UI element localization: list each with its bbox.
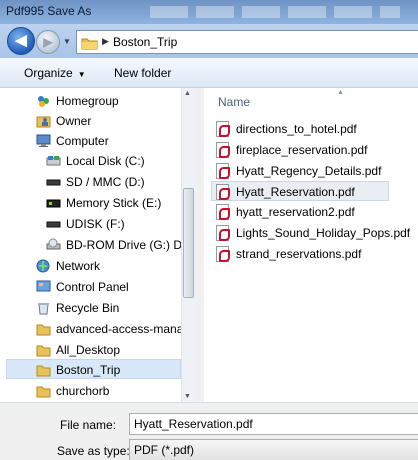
navigation-pane: Homegroup Owner Computer Local Disk (C:)… (0, 88, 195, 402)
save-as-type-value: PDF (*.pdf) (134, 443, 195, 457)
folder-icon (36, 322, 51, 336)
pdf-file-icon (216, 246, 230, 262)
nav-item-homegroup[interactable]: Homegroup (0, 91, 181, 111)
file-name-input[interactable]: Hyatt_Reservation.pdf (129, 413, 418, 435)
file-list-pane: ▲ Name directions_to_hotel.pdf fireplace… (204, 88, 418, 402)
scrollbar-thumb[interactable] (183, 188, 194, 298)
file-name-value: Hyatt_Reservation.pdf (134, 417, 253, 431)
memory-stick-icon (46, 196, 61, 210)
pdf-file-icon (216, 142, 230, 158)
nav-item-owner[interactable]: Owner (0, 111, 181, 131)
nav-item-boston-trip[interactable]: Boston_Trip (6, 359, 181, 379)
forward-button[interactable]: ▶ (36, 30, 60, 54)
save-options-panel: File name: Hyatt_Reservation.pdf Save as… (0, 402, 418, 460)
scroll-down-icon[interactable]: ▼ (184, 393, 191, 400)
nav-item-network[interactable]: Network (0, 256, 181, 276)
address-bar[interactable]: ▶ Boston_Trip (76, 30, 418, 54)
window-title: Pdf995 Save As (6, 4, 92, 18)
nav-item-sd-mmc-d[interactable]: SD / MMC (D:) (0, 172, 181, 192)
organize-label: Organize (24, 66, 73, 80)
pdf-file-icon (216, 163, 230, 179)
recycle-bin-icon (36, 301, 51, 315)
nav-item-computer[interactable]: Computer (0, 131, 181, 151)
user-folder-icon (36, 114, 51, 128)
save-as-type-label: Save as type: (57, 444, 130, 458)
removable-drive-icon (46, 175, 61, 189)
sort-ascending-icon: ▲ (337, 89, 344, 96)
folder-icon (81, 36, 98, 50)
control-panel-icon (36, 280, 51, 294)
pdf-file-icon (216, 204, 230, 220)
nav-item-advanced-access-mana[interactable]: advanced-access-mana (0, 319, 181, 339)
title-bar: Pdf995 Save As (0, 0, 418, 24)
optical-drive-icon (46, 238, 61, 252)
homegroup-icon (36, 94, 51, 108)
navigation-scrollbar[interactable]: ▲ ▼ (181, 88, 195, 402)
nav-item-churchorb[interactable]: churchorb (0, 381, 181, 401)
nav-item-control-panel[interactable]: Control Panel (0, 277, 181, 297)
organize-button[interactable]: Organize ▼ (24, 66, 86, 80)
file-item-selected[interactable]: Hyatt_Reservation.pdf (211, 181, 389, 201)
folder-icon (36, 343, 51, 357)
nav-item-bd-rom-g[interactable]: BD-ROM Drive (G:) DN (0, 235, 181, 255)
folder-icon (36, 363, 51, 377)
nav-item-udisk-f[interactable]: UDISK (F:) (0, 214, 181, 234)
hard-disk-icon (46, 154, 61, 168)
nav-item-local-disk-c[interactable]: Local Disk (C:) (0, 151, 181, 171)
scroll-up-icon[interactable]: ▲ (184, 90, 191, 97)
network-icon (36, 259, 51, 273)
usb-drive-icon (46, 217, 61, 231)
nav-item-all-desktop[interactable]: All_Desktop (0, 340, 181, 360)
folder-icon (36, 384, 51, 398)
breadcrumb-boston-trip[interactable]: Boston_Trip (113, 35, 177, 49)
column-header-name[interactable]: Name (218, 95, 250, 109)
nav-item-memory-stick-e[interactable]: Memory Stick (E:) (0, 193, 181, 213)
recent-locations-dropdown[interactable]: ▼ (63, 37, 71, 46)
save-as-type-select[interactable]: PDF (*.pdf) (129, 439, 418, 460)
navigation-bar: ◀ ▶ ▼ ▶ Boston_Trip (0, 24, 418, 58)
breadcrumb-separator-icon: ▶ (102, 36, 109, 46)
chevron-down-icon: ▼ (77, 70, 86, 79)
background-window-ghost (150, 6, 400, 18)
computer-icon (36, 134, 51, 148)
new-folder-button[interactable]: New folder (114, 66, 171, 80)
back-button[interactable]: ◀ (7, 27, 35, 55)
pane-splitter[interactable] (195, 88, 204, 402)
command-toolbar: Organize ▼ New folder (0, 58, 418, 88)
file-name-label: File name: (60, 418, 117, 432)
pdf-file-icon (216, 121, 230, 137)
pdf-file-icon (216, 225, 230, 241)
nav-item-recycle-bin[interactable]: Recycle Bin (0, 298, 181, 318)
pdf-file-icon (216, 184, 230, 200)
